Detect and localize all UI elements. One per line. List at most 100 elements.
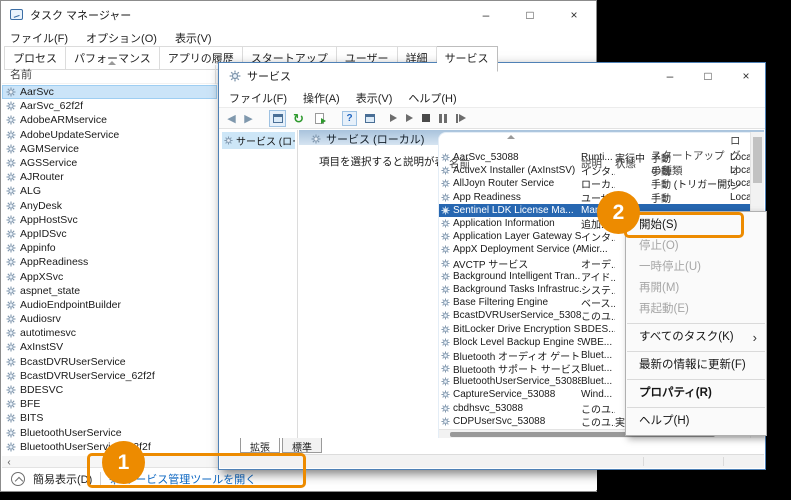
minimize-button[interactable]: – [651,63,689,89]
cell-description: BDES... [581,324,615,335]
list-item[interactable]: BITS [2,411,217,425]
cell-name: CDPUserSvc_53088 [439,416,581,427]
properties-window-icon[interactable] [361,110,378,127]
list-item[interactable]: AGSService [2,156,217,170]
service-gear-icon [441,272,450,281]
forward-icon[interactable]: ▶ [242,112,255,125]
service-gear-icon [6,371,16,381]
column-startup-type[interactable]: スタートアップの種類 [651,148,730,178]
menu-file[interactable]: ファイル(F) [229,90,287,106]
cell-logon: Local S. [730,192,750,203]
tree-item-services-local[interactable]: サービス (ローカル) [222,132,295,149]
list-item[interactable]: autotimesvc [2,326,217,340]
list-item[interactable]: Audiosrv [2,312,217,326]
menu-action[interactable]: 操作(A) [303,90,340,106]
column-description[interactable]: 説明 [581,156,615,171]
service-gear-icon [6,229,16,239]
list-item[interactable]: AdobeARMservice [2,113,217,127]
tab-サービス[interactable]: サービス [437,46,498,72]
pane-title-label: サービス (ローカル) [326,131,424,147]
service-gear-icon [441,179,450,188]
service-gear-icon [6,243,16,253]
column-name[interactable]: 名前 [439,156,581,171]
start-service-icon[interactable] [390,114,397,122]
stop-service-icon[interactable] [422,114,430,122]
close-button[interactable]: × [727,63,765,89]
list-item[interactable]: BluetoothUserService [2,426,217,440]
help-icon[interactable]: ? [342,111,357,126]
list-item[interactable]: AGMService [2,142,217,156]
menu-separator [627,323,765,324]
list-item[interactable]: BDESVC [2,383,217,397]
show-console-tree-icon[interactable] [269,110,286,127]
view-tab-拡張[interactable]: 拡張 [240,438,280,453]
table-row[interactable]: App Readinessユーザ...手動Local S. [439,191,750,204]
list-item[interactable]: AJRouter [2,170,217,184]
cell-description: このユ... [581,308,615,323]
menu-options[interactable]: オプション(O) [86,30,157,46]
menu-item-すべてのタスク(K)[interactable]: すべてのタスク(K)› [626,327,766,348]
collapse-chevron-icon[interactable] [11,472,25,486]
service-name: Appinfo [20,242,56,254]
list-item[interactable]: AppHostSvc [2,213,217,227]
column-logon[interactable]: ログオン [730,133,750,193]
minimize-button[interactable]: – [464,1,508,28]
list-item[interactable]: AdobeUpdateService [2,128,217,142]
column-divider[interactable] [215,65,216,84]
desktop: タスク マネージャー – □ × ファイル(F) オプション(O) 表示(V) … [0,0,791,500]
service-gear-icon [6,399,16,409]
view-tab-標準[interactable]: 標準 [282,438,322,453]
maximize-button[interactable]: □ [689,63,727,89]
menu-item-再開(M): 再開(M) [626,278,766,299]
menu-item-ヘルプ(H)[interactable]: ヘルプ(H) [626,411,766,432]
service-name: autotimesvc [20,327,76,339]
list-item[interactable]: Appinfo [2,241,217,255]
service-gear-icon [441,285,450,294]
service-gear-icon [441,364,450,373]
sort-ascending-icon [108,61,116,65]
cell-description: Bluet... [581,363,615,374]
service-name: AJRouter [20,171,64,183]
list-item[interactable]: AarSvc [2,85,217,99]
list-item[interactable]: AppXSvc [2,269,217,283]
list-item[interactable]: aspnet_state [2,284,217,298]
menu-item-プロパティ(R)[interactable]: プロパティ(R) [626,383,766,404]
fewer-details-toggle[interactable]: 簡易表示(D) [33,471,92,487]
cell-name: Base Filtering Engine [439,297,581,308]
service-name: BDESVC [20,384,63,396]
list-item[interactable]: AudioEndpointBuilder [2,298,217,312]
list-item[interactable]: BcastDVRUserService [2,355,217,369]
refresh-icon[interactable]: ↻ [290,110,307,127]
list-item[interactable]: ALG [2,184,217,198]
menu-help[interactable]: ヘルプ(H) [408,90,456,106]
column-status[interactable]: 状態 [615,156,651,171]
list-item[interactable]: AppReadiness [2,255,217,269]
service-name: aspnet_state [20,285,80,297]
list-item[interactable]: BFE [2,397,217,411]
back-icon[interactable]: ◀ [225,112,238,125]
view-tabs: 拡張標準 [220,438,764,453]
resume-service-icon[interactable] [406,114,413,122]
menu-view[interactable]: 表示(V) [356,90,393,106]
maximize-button[interactable]: □ [508,1,552,28]
menu-item-最新の情報に更新(F)[interactable]: 最新の情報に更新(F) [626,355,766,376]
pause-service-icon[interactable] [439,114,447,123]
close-button[interactable]: × [552,1,596,28]
cell-name: AppX Deployment Service (A... [439,244,581,255]
menu-file[interactable]: ファイル(F) [10,30,68,46]
export-list-icon[interactable] [311,110,328,127]
service-gear-icon [6,272,16,282]
list-item[interactable]: AxInstSV [2,340,217,354]
list-item[interactable]: AnyDesk [2,199,217,213]
restart-service-icon[interactable] [456,114,466,123]
scrollbar-thumb[interactable] [753,137,762,183]
list-item[interactable]: AarSvc_62f2f [2,99,217,113]
service-name: AGSService [20,157,77,169]
table-row[interactable]: AllJoyn Router Serviceローカ...手動 (トリガー開始)L… [439,177,750,190]
cell-startup-type: 手動 [651,190,730,205]
list-item[interactable]: BcastDVRUserService_62f2f [2,369,217,383]
list-item[interactable]: AppIDSvc [2,227,217,241]
menu-view[interactable]: 表示(V) [175,30,212,46]
name-column-label: 名前 [10,66,32,82]
task-manager-menubar: ファイル(F) オプション(O) 表示(V) [1,28,596,48]
